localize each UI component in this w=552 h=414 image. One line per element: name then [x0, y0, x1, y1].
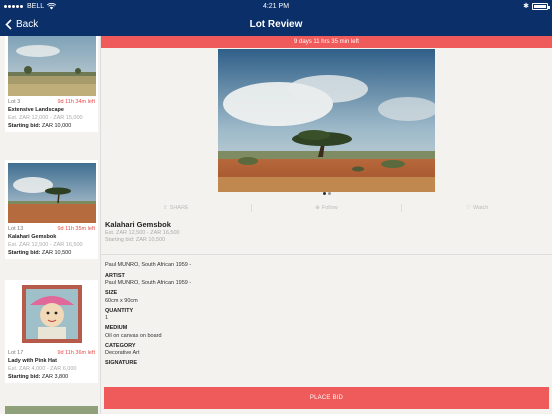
bid-value: ZAR 10,500 — [41, 250, 72, 256]
detail-label-medium: MEDIUM — [105, 325, 128, 331]
lot-card-next[interactable] — [5, 406, 98, 414]
status-bar: BELL 4:21 PM ✱ — [0, 0, 552, 12]
lot-title: Kalahari Gemsbok — [8, 234, 57, 240]
back-button[interactable]: Back — [0, 19, 38, 30]
lot-card-13[interactable]: Lot 13 9d 11h 35m left Kalahari Gemsbok E… — [5, 160, 98, 259]
detail-value-quantity: 1 — [105, 315, 109, 321]
follow-label: Follow — [321, 205, 338, 211]
back-label: Back — [16, 18, 39, 30]
lot-detail: 9 days 11 hrs 35 min left ⇪ SHARE ⊕ Follow — [101, 36, 552, 414]
detail-value-artist: Paul MUNRO, South African 1959 - — [105, 280, 192, 286]
divider — [101, 254, 552, 255]
lot-estimate: Est. ZAR 4,000 - ZAR 6,000 — [8, 366, 77, 372]
lot-time-left: 9d 11h 35m left — [57, 226, 95, 232]
page-title: Lot Review — [249, 18, 303, 30]
carrier-label: BELL — [27, 2, 45, 10]
detail-label-quantity: QUANTITY — [105, 307, 134, 314]
lot-estimate: Est. ZAR 12,500 - ZAR 16,500 — [8, 242, 83, 248]
detail-value-category: Decorative Art — [105, 350, 140, 356]
wifi-icon — [47, 2, 57, 9]
watch-label: Watch — [472, 205, 489, 211]
heart-icon: ♡ — [466, 205, 471, 211]
lot-list[interactable]: Lot 3 9d 11h 34m left Extensive Landscape… — [0, 36, 101, 414]
follow-button[interactable]: ⊕ Follow — [252, 204, 402, 212]
chevron-left-icon — [5, 18, 12, 30]
image-carousel[interactable] — [101, 48, 552, 194]
bid-label: Starting bid: — [8, 374, 41, 380]
lot-card-3[interactable]: Lot 3 9d 11h 34m left Extensive Landscape… — [5, 36, 98, 132]
detail-value-size: 60cm x 90cm — [105, 297, 138, 304]
bluetooth-icon: ✱ — [523, 3, 529, 10]
lot-time-left: 9d 11h 34m left — [57, 99, 95, 105]
lot-summary: Kalahari Gemsbok Est. ZAR 12,500 - ZAR 1… — [105, 220, 548, 244]
lot-number: Lot 17 — [8, 350, 24, 356]
lot-card-17[interactable]: Lot 17 9d 11h 36m left Lady with Pink Hat… — [5, 280, 98, 383]
share-button[interactable]: ⇪ SHARE — [101, 204, 251, 212]
detail-label-size: SIZE — [105, 290, 118, 296]
follow-icon: ⊕ — [315, 205, 320, 211]
battery-icon — [532, 2, 550, 10]
bid-label: Starting bid: — [8, 123, 41, 129]
lot-title: Kalahari Gemsbok — [105, 220, 171, 229]
clock: 4:21 PM — [262, 2, 290, 10]
carousel-pager[interactable] — [101, 182, 552, 195]
nav-bar: Back Lot Review — [0, 12, 552, 36]
lot-estimate: Est. ZAR 12,500 - ZAR 16,500 — [105, 230, 180, 236]
share-icon: ⇪ — [163, 205, 168, 211]
lot-details: Paul MUNRO, South African 1959 - ARTIST … — [105, 262, 548, 368]
lot-title: Extensive Landscape — [8, 107, 64, 113]
lot-title: Lady with Pink Hat — [8, 358, 57, 364]
detail-value-medium: Oil on canvas on board — [105, 332, 162, 339]
watch-button[interactable]: ♡ Watch — [402, 204, 552, 212]
bid-label: Starting bid: — [8, 250, 41, 256]
lot-intro: Paul MUNRO, South African 1959 - — [105, 262, 192, 268]
signal-icon — [4, 3, 24, 10]
lot-estimate: Est. ZAR 12,000 - ZAR 15,000 — [8, 115, 83, 121]
lot-number: Lot 3 — [8, 99, 21, 105]
bid-value: ZAR 10,000 — [41, 123, 72, 129]
lot-thumbnail-lady — [21, 285, 82, 343]
starting-bid: Starting bid: ZAR 10,500 — [105, 237, 166, 243]
detail-label-signature: SIGNATURE — [105, 360, 137, 366]
lot-time-left: 9d 11h 36m left — [57, 350, 95, 356]
time-remaining-banner: 9 days 11 hrs 35 min left — [101, 36, 552, 48]
action-bar: ⇪ SHARE ⊕ Follow ♡ Watch — [101, 204, 552, 212]
lot-thumbnail-landscape — [7, 36, 96, 96]
bid-value: ZAR 3,800 — [41, 374, 69, 380]
lot-image — [218, 49, 435, 192]
detail-label-category: CATEGORY — [105, 342, 136, 349]
detail-label-artist: ARTIST — [105, 272, 125, 279]
lot-number: Lot 13 — [8, 226, 24, 232]
lot-thumbnail-gemsbok — [7, 163, 96, 223]
place-bid-button[interactable]: PLACE BID — [104, 387, 549, 409]
share-label: SHARE — [169, 205, 189, 211]
